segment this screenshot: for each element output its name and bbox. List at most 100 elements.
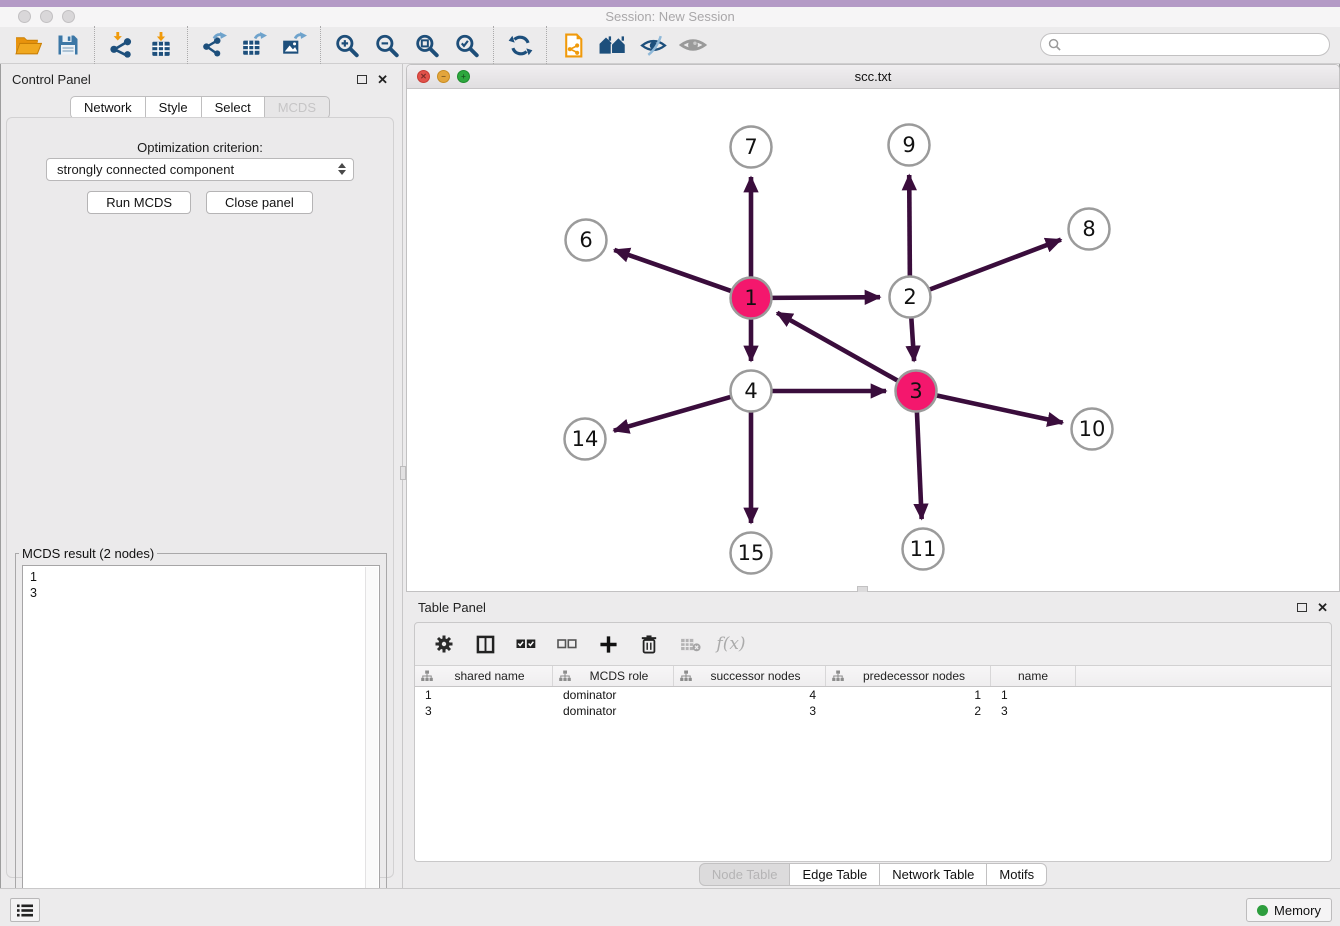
- network-close-button[interactable]: ✕: [417, 70, 430, 83]
- criterion-value: strongly connected component: [57, 162, 234, 177]
- table-cell-shared-name[interactable]: 3: [415, 703, 553, 719]
- column-header-predecessor-nodes[interactable]: predecessor nodes: [826, 666, 991, 686]
- tab-node-table[interactable]: Node Table: [699, 863, 791, 886]
- table-cell-successor-nodes[interactable]: 3: [674, 703, 826, 719]
- close-panel-icon[interactable]: ✕: [377, 73, 388, 86]
- result-scrollbar[interactable]: [365, 567, 378, 915]
- window-zoom-button[interactable]: [62, 10, 75, 23]
- zoom-in-button[interactable]: [327, 29, 367, 61]
- control-panel-header: Control Panel ✕: [0, 64, 400, 94]
- table-settings-button[interactable]: [431, 631, 457, 657]
- tab-motifs[interactable]: Motifs: [986, 863, 1047, 886]
- style-document-icon: [561, 33, 586, 58]
- home-view-button[interactable]: [593, 29, 633, 61]
- graph-edge-1-6[interactable]: [614, 250, 733, 292]
- column-header-shared-name[interactable]: shared name: [415, 666, 553, 686]
- zoom-selected-button[interactable]: [447, 29, 487, 61]
- zoom-out-button[interactable]: [367, 29, 407, 61]
- refresh-layout-button[interactable]: [500, 29, 540, 61]
- graph-node-6[interactable]: 6: [566, 220, 607, 261]
- search-input[interactable]: [1061, 35, 1329, 54]
- tab-style[interactable]: Style: [145, 96, 202, 119]
- graph-node-11[interactable]: 11: [903, 529, 944, 570]
- graph-node-8[interactable]: 8: [1069, 209, 1110, 250]
- table-cell-predecessor-nodes[interactable]: 1: [826, 687, 991, 703]
- network-window-titlebar[interactable]: ✕ − + scc.txt: [407, 65, 1339, 89]
- select-all-button[interactable]: [513, 631, 539, 657]
- hide-graphics-details-button[interactable]: [633, 29, 673, 61]
- run-mcds-button[interactable]: Run MCDS: [87, 191, 191, 214]
- close-panel-button[interactable]: Close panel: [206, 191, 313, 214]
- graph-node-4[interactable]: 4: [731, 371, 772, 412]
- eye-slash-icon: [640, 34, 667, 57]
- graph-node-3[interactable]: 3: [896, 371, 937, 412]
- zoom-selected-icon: [454, 32, 480, 58]
- import-table-button[interactable]: [141, 29, 181, 61]
- plus-icon: [599, 635, 618, 654]
- graph-node-label: 2: [903, 285, 916, 309]
- task-history-button[interactable]: [10, 898, 40, 922]
- unchecked-boxes-icon: [557, 637, 577, 651]
- table-cell-mcds-role[interactable]: dominator: [553, 687, 674, 703]
- columns-icon: [476, 635, 495, 654]
- network-zoom-button[interactable]: +: [457, 70, 470, 83]
- graph-node-7[interactable]: 7: [731, 127, 772, 168]
- float-panel-icon[interactable]: [357, 75, 367, 84]
- search-field[interactable]: [1040, 33, 1330, 56]
- network-canvas[interactable]: 7 9 6 8 1 2 4 3 14 10 15 11: [407, 89, 1340, 592]
- table-row[interactable]: 1dominator411: [415, 687, 1331, 703]
- window-accent-stripe: [0, 0, 1340, 7]
- close-panel-icon[interactable]: ✕: [1317, 601, 1328, 614]
- graph-edge-3-11[interactable]: [917, 410, 922, 519]
- graph-edge-2-8[interactable]: [928, 240, 1061, 291]
- table-cell-name[interactable]: 3: [991, 703, 1076, 719]
- table-cell-mcds-role[interactable]: dominator: [553, 703, 674, 719]
- graph-node-9[interactable]: 9: [889, 125, 930, 166]
- graph-edge-3-1[interactable]: [777, 313, 899, 382]
- graph-node-2[interactable]: 2: [890, 277, 931, 318]
- graph-edge-1-2[interactable]: [770, 297, 880, 298]
- graph-edge-2-9[interactable]: [909, 175, 910, 278]
- tab-mcds[interactable]: MCDS: [264, 96, 330, 119]
- table-cell-successor-nodes[interactable]: 4: [674, 687, 826, 703]
- graph-node-1[interactable]: 1: [731, 278, 772, 319]
- criterion-select[interactable]: strongly connected component: [46, 158, 354, 181]
- import-network-button[interactable]: [101, 29, 141, 61]
- memory-button[interactable]: Memory: [1246, 898, 1332, 922]
- window-close-button[interactable]: [18, 10, 31, 23]
- table-cell-shared-name[interactable]: 1: [415, 687, 553, 703]
- export-image-button[interactable]: [274, 29, 314, 61]
- export-table-button[interactable]: [234, 29, 274, 61]
- function-builder-button: f(x): [718, 631, 744, 657]
- export-network-button[interactable]: [194, 29, 234, 61]
- apply-preferred-style-button[interactable]: [553, 29, 593, 61]
- column-header-successor-nodes[interactable]: successor nodes: [674, 666, 826, 686]
- column-header-mcds-role[interactable]: MCDS role: [553, 666, 674, 686]
- add-column-button[interactable]: [595, 631, 621, 657]
- graph-node-15[interactable]: 15: [731, 533, 772, 574]
- graph-edge-3-10[interactable]: [935, 395, 1063, 423]
- graph-node-14[interactable]: 14: [565, 419, 606, 460]
- column-header-name[interactable]: name: [991, 666, 1076, 686]
- graph-node-label: 4: [744, 379, 757, 403]
- save-session-button[interactable]: [48, 29, 88, 61]
- table-cell-name[interactable]: 1: [991, 687, 1076, 703]
- table-cell-predecessor-nodes[interactable]: 2: [826, 703, 991, 719]
- unselect-all-button[interactable]: [554, 631, 580, 657]
- open-session-button[interactable]: [8, 29, 48, 61]
- tab-select[interactable]: Select: [201, 96, 265, 119]
- delete-column-button[interactable]: [636, 631, 662, 657]
- tab-edge-table[interactable]: Edge Table: [789, 863, 880, 886]
- tab-network[interactable]: Network: [70, 96, 146, 119]
- window-titlebar[interactable]: Session: New Session: [0, 7, 1340, 27]
- zoom-fit-button[interactable]: [407, 29, 447, 61]
- network-minimize-button[interactable]: −: [437, 70, 450, 83]
- show-columns-button[interactable]: [472, 631, 498, 657]
- table-row[interactable]: 3dominator323: [415, 703, 1331, 719]
- window-minimize-button[interactable]: [40, 10, 53, 23]
- tab-network-table[interactable]: Network Table: [879, 863, 987, 886]
- graph-node-10[interactable]: 10: [1072, 409, 1113, 450]
- graph-edge-2-3[interactable]: [911, 316, 914, 361]
- float-panel-icon[interactable]: [1297, 603, 1307, 612]
- graph-edge-4-14[interactable]: [614, 396, 733, 430]
